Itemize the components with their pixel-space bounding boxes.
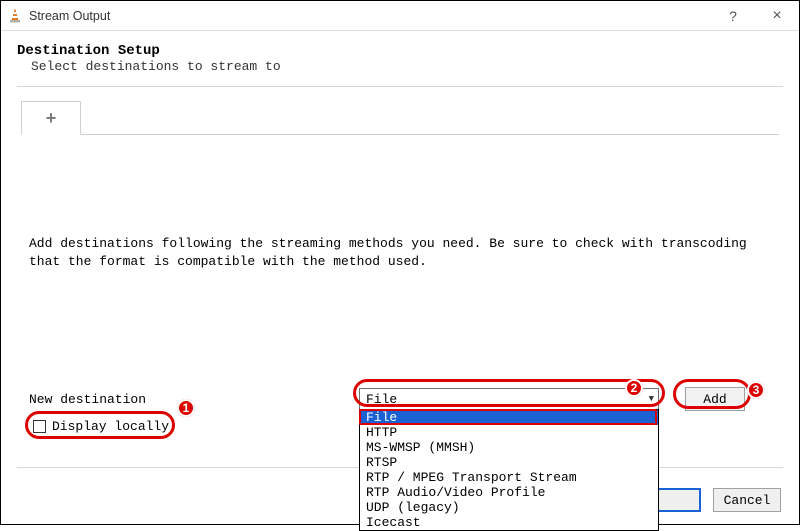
destination-tabs: + — [21, 101, 779, 135]
help-icon: ? — [729, 8, 737, 24]
vlc-app-icon — [7, 8, 23, 24]
new-destination-row: New destination File ▼ Add — [29, 387, 771, 411]
destination-dropdown[interactable]: File HTTP MS-WMSP (MMSH) RTSP RTP / MPEG… — [359, 409, 659, 531]
close-button[interactable]: × — [755, 1, 799, 31]
chevron-down-icon: ▼ — [649, 394, 654, 404]
cancel-button-label: Cancel — [724, 493, 771, 508]
display-locally-row: Display locally — [33, 419, 169, 434]
cancel-button[interactable]: Cancel — [713, 488, 781, 512]
annotation-number-1: 1 — [177, 399, 195, 417]
instructions-text: Add destinations following the streaming… — [1, 135, 799, 270]
window-title: Stream Output — [29, 9, 711, 23]
destination-select[interactable]: File ▼ — [359, 388, 659, 410]
dropdown-option[interactable]: HTTP — [360, 425, 658, 440]
help-button[interactable]: ? — [711, 1, 755, 31]
display-locally-checkbox[interactable] — [33, 420, 46, 433]
dropdown-option[interactable]: MS-WMSP (MMSH) — [360, 440, 658, 455]
destination-select-wrap: File ▼ — [359, 388, 659, 410]
dropdown-option[interactable]: File — [360, 410, 658, 425]
dropdown-option[interactable]: RTSP — [360, 455, 658, 470]
divider — [17, 86, 783, 87]
annotation-number-3: 3 — [747, 381, 765, 399]
close-icon: × — [772, 7, 781, 25]
dropdown-option[interactable]: Icecast — [360, 515, 658, 530]
page-header: Destination Setup Select destinations to… — [1, 31, 799, 80]
destination-selected-value: File — [366, 392, 397, 407]
page-subtitle: Select destinations to stream to — [31, 59, 783, 74]
dropdown-option[interactable]: RTP Audio/Video Profile — [360, 485, 658, 500]
titlebar: Stream Output ? × — [1, 1, 799, 31]
dropdown-option[interactable]: RTP / MPEG Transport Stream — [360, 470, 658, 485]
display-locally-label: Display locally — [52, 419, 169, 434]
annotation-number-2: 2 — [625, 379, 643, 397]
plus-icon: + — [46, 108, 57, 129]
add-button[interactable]: Add — [685, 387, 745, 411]
dropdown-option[interactable]: UDP (legacy) — [360, 500, 658, 515]
add-destination-tab[interactable]: + — [21, 101, 81, 135]
page-title: Destination Setup — [17, 43, 783, 59]
add-button-label: Add — [703, 392, 726, 407]
